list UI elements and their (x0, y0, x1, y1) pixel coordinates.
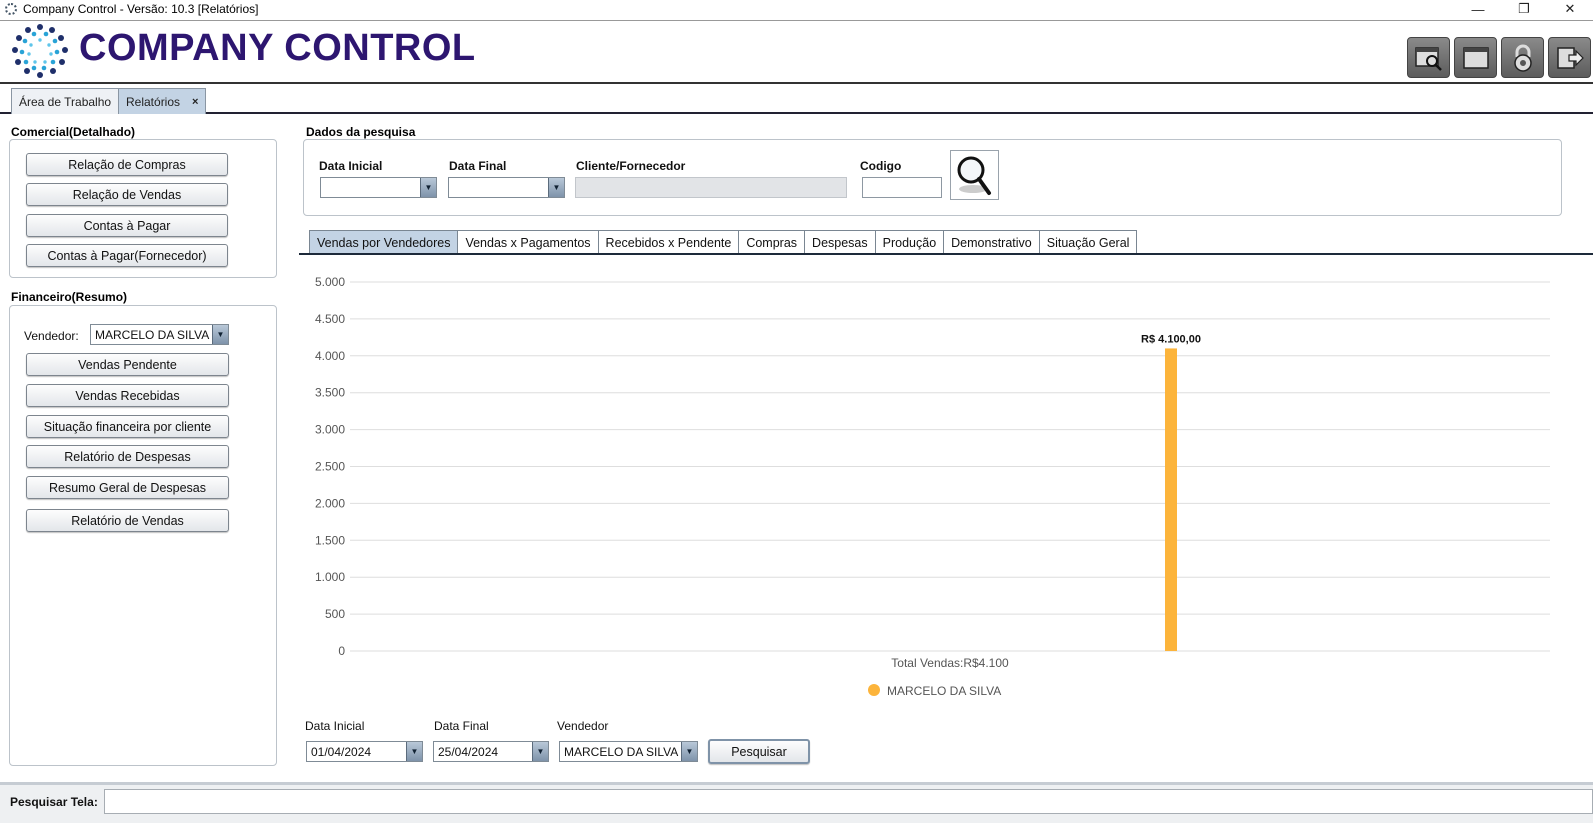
filter-data-inicial-value: 01/04/2024 (311, 744, 372, 759)
situacao-financeira-button[interactable]: Situação financeira por cliente (26, 415, 229, 438)
brand-title: COMPANY CONTROL (79, 27, 476, 69)
cliente-fornecedor-field[interactable] (575, 177, 847, 198)
y-tick-label: 4.500 (315, 312, 345, 326)
y-tick-label: 1.500 (315, 533, 345, 547)
tab-compras[interactable]: Compras (738, 230, 806, 254)
close-window-icon[interactable]: ✕ (1547, 0, 1593, 18)
pesquisar-tela-input[interactable] (104, 789, 1593, 814)
filter-vendedor-select[interactable]: MARCELO DA SILVA ▼ (559, 741, 698, 762)
filter-data-inicial-label: Data Inicial (305, 719, 365, 733)
window-button[interactable] (1454, 37, 1497, 78)
window-title: Company Control - Versão: 10.3 [Relatóri… (23, 2, 259, 16)
y-tick-label: 3.500 (315, 386, 345, 400)
data-inicial-label: Data Inicial (319, 159, 383, 173)
vendas-recebidas-button[interactable]: Vendas Recebidas (26, 384, 229, 407)
lock-button[interactable] (1501, 37, 1544, 78)
y-tick-label: 3.000 (315, 423, 345, 437)
minimize-icon[interactable]: — (1455, 0, 1501, 18)
filter-data-inicial-picker[interactable]: 01/04/2024 ▼ (306, 741, 423, 762)
bar-marcelo-da-silva (1165, 348, 1177, 651)
relatorio-despesas-button[interactable]: Relatório de Despesas (26, 445, 229, 468)
y-tick-label: 1.000 (315, 570, 345, 584)
search-icon (957, 156, 991, 195)
relacao-compras-button[interactable]: Relação de Compras (26, 153, 228, 176)
tab-vendas-x-pagamentos[interactable]: Vendas x Pagamentos (457, 230, 599, 254)
codigo-field[interactable] (862, 177, 942, 198)
exit-button[interactable] (1548, 37, 1591, 78)
vendedor-label: Vendedor: (24, 329, 79, 343)
vendas-pendente-button[interactable]: Vendas Pendente (26, 353, 229, 376)
search-button[interactable] (950, 150, 999, 200)
financeiro-title: Financeiro(Resumo) (11, 290, 128, 304)
filter-vendedor-label: Vendedor (557, 719, 609, 733)
contas-pagar-button[interactable]: Contas à Pagar (26, 214, 228, 237)
tab-label: Área de Trabalho (19, 94, 112, 109)
contas-pagar-fornecedor-button[interactable]: Contas à Pagar(Fornecedor) (26, 244, 228, 267)
tab-relatorios[interactable]: Relatórios × (118, 88, 207, 114)
company-logo (12, 24, 68, 78)
restore-icon[interactable]: ❐ (1501, 0, 1547, 18)
resumo-despesas-button[interactable]: Resumo Geral de Despesas (26, 476, 229, 499)
chevron-down-icon[interactable]: ▼ (212, 325, 228, 344)
tab-demonstrativo[interactable]: Demonstrativo (943, 230, 1040, 254)
window-search-icon (1414, 46, 1442, 71)
y-tick-label: 2.000 (315, 496, 345, 510)
y-tick-label: 2.500 (315, 460, 345, 474)
y-tick-label: 0 (338, 644, 345, 658)
lock-icon (1513, 44, 1532, 72)
filter-data-final-label: Data Final (434, 719, 489, 733)
chevron-down-icon[interactable]: ▼ (420, 178, 436, 197)
y-tick-label: 5.000 (315, 275, 345, 289)
filter-data-final-value: 25/04/2024 (438, 744, 499, 759)
pesquisar-button[interactable]: Pesquisar (708, 739, 810, 764)
tab-label: Relatórios (126, 94, 181, 109)
chevron-down-icon[interactable]: ▼ (548, 178, 564, 197)
app-icon (5, 3, 17, 15)
legend-label: MARCELO DA SILVA (887, 684, 1001, 698)
tab-recebidos-x-pendente[interactable]: Recebidos x Pendente (597, 230, 740, 254)
window-controls: — ❐ ✕ (1455, 0, 1593, 18)
chart-svg: 0 500 1.000 1.500 2.000 2.500 3.000 3.500 4.000 4… (315, 275, 1550, 698)
tab-area-de-trabalho[interactable]: Área de Trabalho (11, 88, 120, 114)
y-tick-label: 4.000 (315, 349, 345, 363)
tab-situacao-geral[interactable]: Situação Geral (1038, 230, 1138, 254)
chevron-down-icon[interactable]: ▼ (681, 742, 697, 761)
legend-marker (868, 684, 880, 696)
app-header: COMPANY CONTROL (0, 20, 1593, 84)
comercial-title: Comercial(Detalhado) (11, 125, 136, 139)
tab-despesas[interactable]: Despesas (804, 230, 876, 254)
cliente-fornecedor-label: Cliente/Fornecedor (576, 159, 686, 173)
chevron-down-icon[interactable]: ▼ (406, 742, 422, 761)
filter-data-final-picker[interactable]: 25/04/2024 ▼ (433, 741, 549, 762)
search-window-button[interactable] (1407, 37, 1450, 78)
tab-producao[interactable]: Produção (874, 230, 945, 254)
tab-vendas-por-vendedores[interactable]: Vendas por Vendedores (309, 230, 459, 254)
window-icon (1462, 46, 1489, 69)
report-tabs: Vendas por Vendedores Vendas x Pagamento… (309, 230, 1138, 254)
exit-icon (1556, 46, 1584, 69)
footer-bar: Pesquisar Tela: (0, 782, 1593, 823)
search-panel-title: Dados da pesquisa (306, 125, 416, 139)
relacao-vendas-button[interactable]: Relação de Vendas (26, 183, 228, 206)
search-data-final-picker[interactable]: ▼ (448, 177, 565, 198)
filter-vendedor-value: MARCELO DA SILVA (564, 744, 679, 759)
x-category-label: Total Vendas:R$4.100 (891, 656, 1009, 670)
y-tick-label: 500 (325, 607, 345, 621)
window-titlebar: Company Control - Versão: 10.3 [Relatóri… (0, 0, 1593, 18)
chevron-down-icon[interactable]: ▼ (532, 742, 548, 761)
vendedor-select-value: MARCELO DA SILVA (95, 327, 210, 342)
pesquisar-tela-label: Pesquisar Tela: (10, 795, 98, 809)
relatorio-vendas-button[interactable]: Relatório de Vendas (26, 509, 229, 532)
vendedor-select[interactable]: MARCELO DA SILVA ▼ (90, 324, 229, 345)
sales-chart: 0 500 1.000 1.500 2.000 2.500 3.000 3.500 4.000 4… (299, 256, 1593, 716)
bar-data-label: R$ 4.100,00 (1141, 333, 1201, 345)
search-data-inicial-picker[interactable]: ▼ (320, 177, 437, 198)
close-tab-icon[interactable]: × (192, 96, 198, 108)
codigo-label: Codigo (860, 159, 902, 173)
workspace-tabs: Área de Trabalho Relatórios × (0, 86, 1593, 114)
data-final-label: Data Final (449, 159, 507, 173)
tabs-divider (299, 253, 1593, 255)
